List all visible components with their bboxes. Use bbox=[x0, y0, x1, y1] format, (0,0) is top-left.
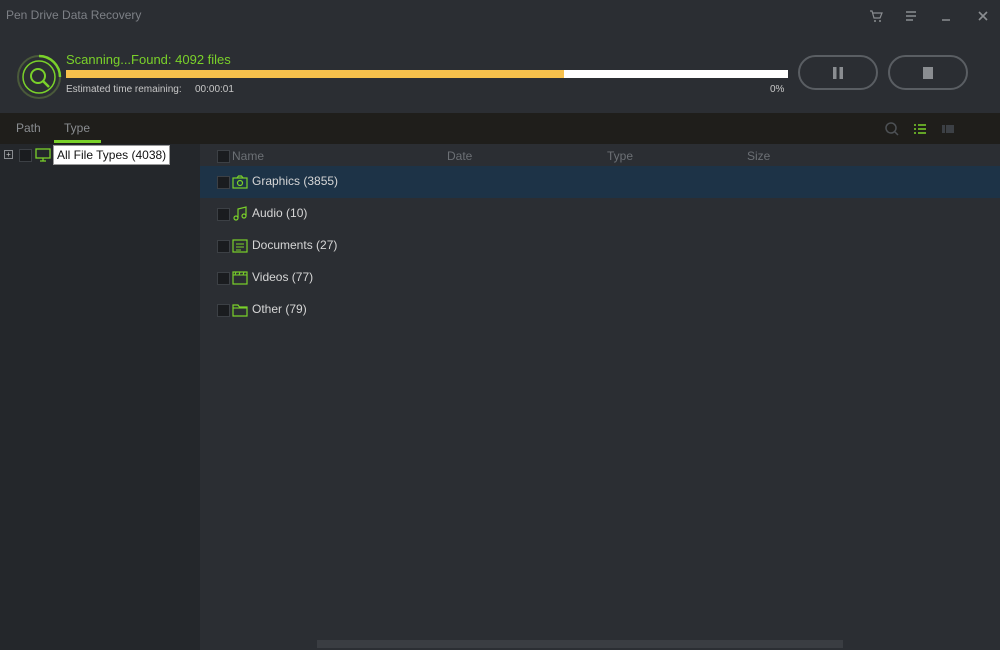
list-item[interactable]: Audio (10) bbox=[200, 198, 1000, 230]
column-header-size[interactable]: Size bbox=[747, 149, 770, 163]
scan-status-text: Scanning...Found: 4092 files bbox=[66, 52, 231, 67]
close-icon[interactable] bbox=[975, 8, 991, 24]
list-view-icon[interactable] bbox=[912, 121, 928, 137]
row-checkbox[interactable] bbox=[217, 208, 230, 221]
stop-icon bbox=[923, 66, 933, 79]
camera-icon bbox=[232, 175, 248, 189]
menu-icon[interactable] bbox=[903, 8, 919, 24]
eta-label: Estimated time remaining: bbox=[66, 84, 182, 95]
preview-view-icon[interactable] bbox=[940, 121, 956, 137]
column-header-name[interactable]: Name bbox=[232, 149, 264, 163]
row-checkbox[interactable] bbox=[217, 240, 230, 253]
eta-value: 00:00:01 bbox=[195, 84, 234, 95]
cart-icon[interactable] bbox=[868, 8, 884, 24]
horizontal-scrollbar[interactable] bbox=[200, 638, 1000, 650]
pause-button[interactable] bbox=[798, 55, 878, 90]
tree-root-checkbox[interactable] bbox=[19, 149, 32, 162]
row-label: Graphics (3855) bbox=[252, 174, 339, 188]
row-checkbox[interactable] bbox=[217, 304, 230, 317]
scan-magnifier-icon bbox=[17, 54, 62, 99]
scrollbar-thumb[interactable] bbox=[317, 640, 843, 648]
row-label: Documents (27) bbox=[252, 238, 338, 252]
scan-progress-fill bbox=[66, 70, 565, 78]
scan-header: Scanning...Found: 4092 files Estimated t… bbox=[0, 32, 1000, 113]
tree-root-label[interactable]: All File Types (4038) bbox=[53, 145, 171, 165]
row-checkbox[interactable] bbox=[217, 176, 230, 189]
tab-path[interactable]: Path bbox=[16, 121, 41, 135]
pause-icon bbox=[833, 66, 843, 79]
file-list: Name Date Type Size Graphics (3855) Audi… bbox=[200, 144, 1000, 638]
column-header-date[interactable]: Date bbox=[447, 149, 472, 163]
row-checkbox[interactable] bbox=[217, 272, 230, 285]
select-all-checkbox[interactable] bbox=[217, 150, 230, 163]
app-title: Pen Drive Data Recovery bbox=[6, 8, 142, 22]
list-item[interactable]: Documents (27) bbox=[200, 230, 1000, 262]
tree-expand-toggle[interactable]: + bbox=[4, 150, 13, 159]
scan-progress-bar bbox=[66, 70, 788, 78]
monitor-icon bbox=[35, 148, 51, 162]
minimize-icon[interactable] bbox=[938, 8, 954, 24]
stop-button[interactable] bbox=[888, 55, 968, 90]
tab-bar: Path Type bbox=[0, 113, 1000, 144]
list-item[interactable]: Videos (77) bbox=[200, 262, 1000, 294]
row-label: Videos (77) bbox=[252, 270, 314, 284]
title-bar: Pen Drive Data Recovery bbox=[0, 0, 1000, 32]
video-icon bbox=[232, 271, 248, 285]
list-item[interactable]: Graphics (3855) bbox=[200, 166, 1000, 198]
row-label: Audio (10) bbox=[252, 206, 308, 220]
folder-icon bbox=[232, 304, 248, 317]
document-icon bbox=[232, 239, 248, 253]
list-item[interactable]: Other (79) bbox=[200, 294, 1000, 326]
column-header-type[interactable]: Type bbox=[607, 149, 633, 163]
row-label: Other (79) bbox=[252, 302, 307, 316]
file-type-tree: + All File Types (4038) bbox=[0, 144, 200, 650]
progress-percent: 0% bbox=[770, 84, 785, 95]
active-tab-indicator bbox=[54, 140, 101, 143]
tab-type[interactable]: Type bbox=[64, 121, 90, 135]
search-icon[interactable] bbox=[884, 121, 900, 137]
music-note-icon bbox=[233, 206, 247, 221]
